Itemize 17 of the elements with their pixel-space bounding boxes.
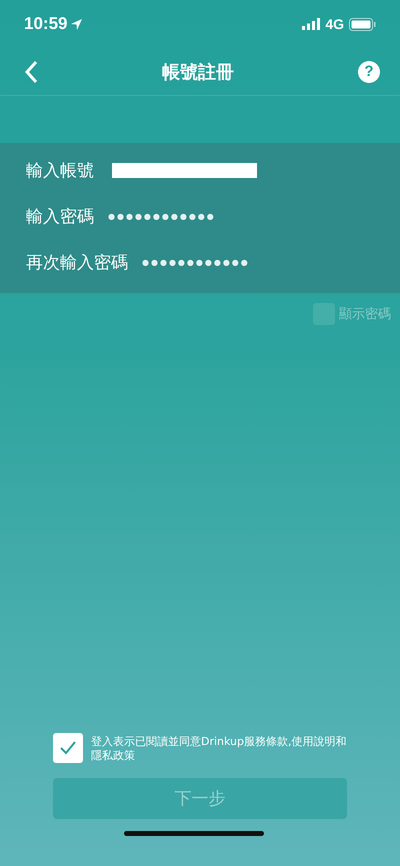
page-title: 帳號註冊	[161, 60, 235, 84]
password-field[interactable]: ●●●●●●●●●●●●	[108, 212, 216, 220]
back-icon[interactable]	[24, 60, 38, 84]
checkbox[interactable]	[313, 303, 335, 325]
battery-icon	[349, 18, 376, 30]
field-label: 輸入帳號	[26, 160, 94, 182]
field-label: 輸入密碼	[26, 206, 94, 228]
password-field[interactable]: ●●●●●●●●●●●●	[142, 258, 250, 266]
location-arrow-icon	[71, 18, 82, 30]
help-button[interactable]: ?	[358, 60, 380, 82]
terms-text: 登入表示已閱讀並同意Drinkup服務條款,使用說明和隱私政策	[91, 734, 347, 763]
status-time: 10:59	[24, 14, 68, 34]
checkbox[interactable]	[53, 733, 83, 763]
field-label: 再次輸入密碼	[26, 252, 128, 274]
network-label: 4G	[325, 16, 344, 32]
show-password-label: 顯示密碼	[339, 306, 391, 323]
signal-icon	[302, 18, 320, 30]
